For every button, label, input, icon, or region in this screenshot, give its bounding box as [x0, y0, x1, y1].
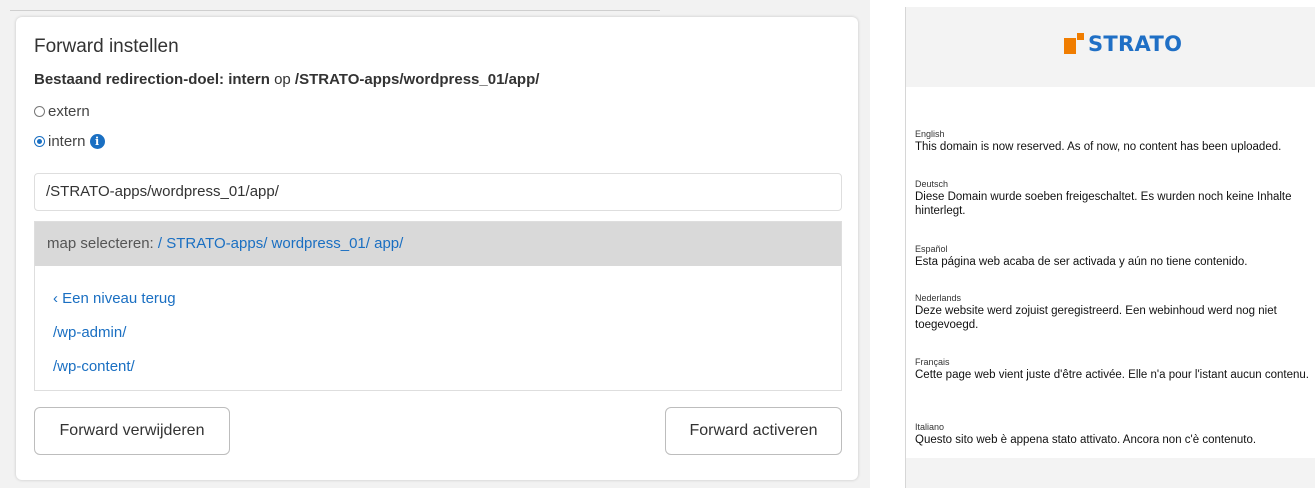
radio-intern[interactable]: [34, 136, 45, 147]
radio-extern-option[interactable]: extern: [34, 103, 90, 120]
folder-browser: map selecteren: / STRATO-apps/ wordpress…: [34, 221, 842, 391]
strato-placeholder-page: STRATO English This domain is now reserv…: [905, 7, 1315, 488]
activate-forward-button[interactable]: Forward activeren: [665, 407, 842, 455]
language-text: Esta página web acaba de ser activada y …: [915, 256, 1248, 268]
language-text: This domain is now reserved. As of now, …: [915, 141, 1282, 153]
strato-header: STRATO: [906, 7, 1315, 87]
existing-redirect-type: intern: [228, 71, 270, 88]
forward-title: Forward instellen: [34, 36, 179, 57]
language-text: Questo sito web è appena stato attivato.…: [915, 434, 1257, 446]
top-divider: [10, 10, 660, 11]
language-name: Nederlands: [915, 293, 962, 303]
language-text: Diese Domain wurde soeben freigeschaltet…: [915, 191, 1292, 217]
folder-link-wp-admin[interactable]: /wp-admin/: [53, 324, 126, 341]
radio-extern-label[interactable]: extern: [48, 103, 90, 120]
language-name: Español: [915, 244, 948, 254]
existing-redirect-op: op: [274, 71, 291, 88]
language-text: Cette page web vient juste d'être activé…: [915, 369, 1309, 381]
back-link-label[interactable]: Een niveau terug: [62, 290, 175, 307]
radio-extern[interactable]: [34, 106, 45, 117]
target-path-input[interactable]: /STRATO-apps/wordpress_01/app/: [34, 173, 842, 211]
radio-intern-option[interactable]: intern i: [34, 133, 105, 150]
language-name: Italiano: [915, 422, 945, 432]
language-name: Français: [915, 357, 950, 367]
language-block-espanol: Español Esta página web acaba de ser act…: [915, 244, 1313, 269]
language-block-deutsch: Deutsch Diese Domain wurde soeben freige…: [915, 179, 1313, 218]
back-link[interactable]: ‹ Een niveau terug: [53, 290, 176, 307]
language-block-english: English This domain is now reserved. As …: [915, 129, 1313, 154]
language-name: English: [915, 129, 945, 139]
delete-forward-button[interactable]: Forward verwijderen: [34, 407, 230, 455]
language-block-francais: Français Cette page web vient juste d'êt…: [915, 357, 1313, 382]
folder-select-label: map selecteren:: [47, 235, 154, 252]
chevron-left-icon: ‹: [53, 290, 58, 307]
info-icon[interactable]: i: [89, 134, 105, 149]
strato-logo: STRATO: [1064, 32, 1182, 56]
language-block-nederlands: Nederlands Deze website werd zojuist ger…: [915, 293, 1313, 332]
strato-logo-text: STRATO: [1088, 32, 1183, 56]
strato-footer: [906, 458, 1315, 488]
folder-browser-header: map selecteren: / STRATO-apps/ wordpress…: [35, 222, 841, 266]
existing-redirect-label: Bestaand redirection-doel:: [34, 71, 225, 88]
folder-link-wp-content[interactable]: /wp-content/: [53, 358, 135, 375]
existing-redirect-info: Bestaand redirection-doel: intern op /ST…: [34, 71, 539, 88]
language-name: Deutsch: [915, 179, 949, 189]
language-text: Deze website werd zojuist geregistreerd.…: [915, 305, 1277, 331]
folder-breadcrumb[interactable]: / STRATO-apps/ wordpress_01/ app/: [158, 235, 403, 252]
radio-intern-label[interactable]: intern: [48, 133, 86, 150]
strato-logo-icon: [1064, 33, 1084, 55]
language-block-italiano: Italiano Questo sito web è appena stato …: [915, 422, 1313, 447]
existing-redirect-path: /STRATO-apps/wordpress_01/app/: [294, 71, 540, 88]
